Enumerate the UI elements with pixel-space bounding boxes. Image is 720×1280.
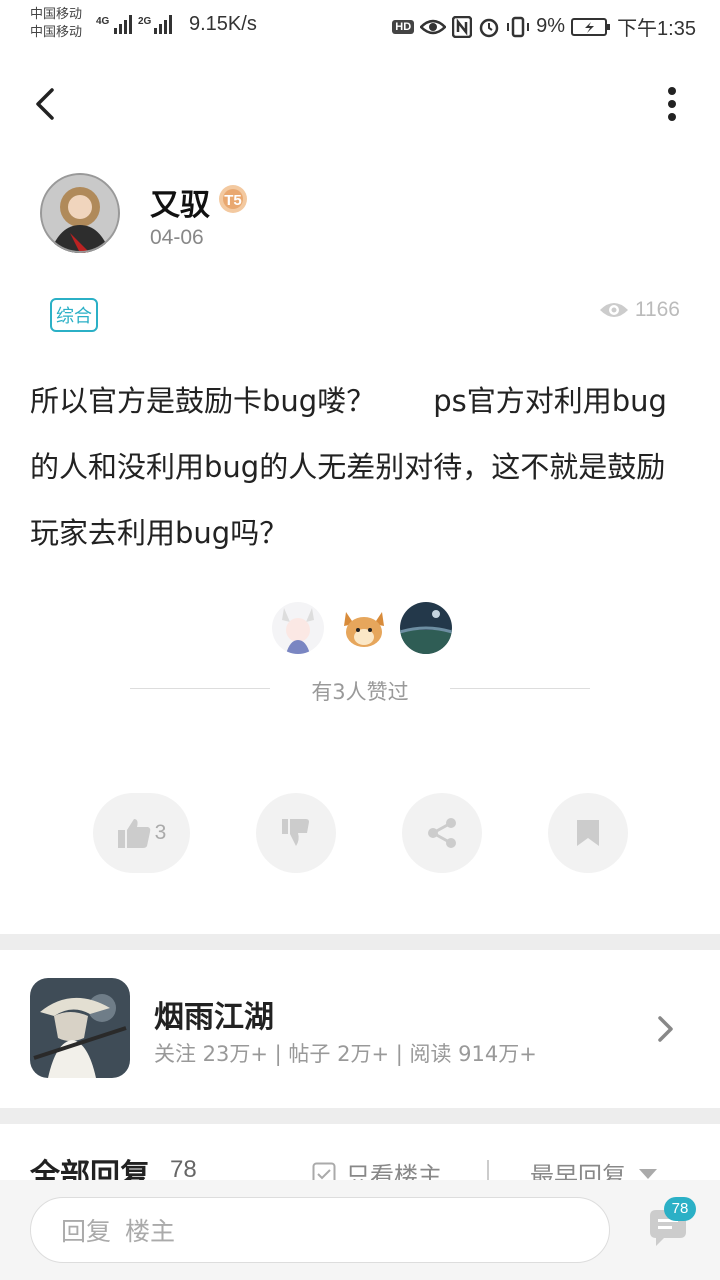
separator — [487, 1160, 489, 1180]
post-date: 04-06 — [150, 226, 204, 249]
alarm-icon — [479, 18, 499, 37]
dislike-button[interactable] — [256, 793, 336, 873]
author-avatar[interactable] — [40, 173, 120, 253]
like-count: 3 — [154, 821, 167, 844]
bookmark-button[interactable] — [548, 793, 628, 873]
clock: 下午1:35 — [617, 18, 696, 40]
status-right: HD 9% 下午1:35 — [392, 12, 696, 41]
nfc-icon — [452, 15, 473, 38]
author-name[interactable]: 又驭 — [150, 180, 210, 224]
hd-icon: HD — [392, 19, 415, 34]
post-content: 所以官方是鼓励卡bug喽？ ps官方对利用bug的人和没利用bug的人无差别对待… — [30, 384, 667, 550]
level-label: T5 — [224, 192, 242, 209]
forum-chevron[interactable] — [656, 1014, 676, 1048]
signal-icons: 4G 2G — [96, 12, 180, 41]
network-speed: 9.15K/s — [189, 13, 257, 35]
bookmark-icon — [577, 820, 599, 846]
liker-avatar[interactable] — [336, 600, 392, 656]
caret-down-icon — [639, 1168, 657, 1179]
level-badge: T5 — [218, 184, 250, 216]
liker-avatar[interactable] — [398, 600, 454, 656]
reply-placeholder-2: 楼主 — [125, 1217, 176, 1246]
forum-icon[interactable] — [30, 978, 130, 1078]
forum-stats: 关注 23万+ | 帖子 2万+ | 阅读 914万+ — [154, 1042, 537, 1066]
reply-input[interactable]: 回复 楼主 — [30, 1197, 610, 1263]
share-icon — [428, 818, 456, 848]
eye-icon — [599, 303, 628, 317]
carrier-2: 中国移动 — [30, 24, 83, 39]
more-vertical-icon — [668, 87, 676, 121]
vibrate-icon — [507, 16, 530, 37]
reply-placeholder-1: 回复 — [61, 1217, 112, 1246]
section-divider — [0, 934, 720, 950]
like-button[interactable]: 3 — [93, 793, 190, 873]
net-4g-label: 4G — [96, 16, 110, 27]
comment-count-badge: 78 — [664, 1197, 696, 1221]
forum-name[interactable]: 烟雨江湖 — [154, 992, 274, 1036]
liker-avatars — [270, 600, 460, 656]
battery-charging-icon — [571, 17, 611, 36]
carrier-info: 中国移动 中国移动 — [30, 5, 82, 41]
chevron-left-icon — [36, 88, 54, 120]
chevron-right-icon — [658, 1016, 673, 1042]
carrier-1: 中国移动 — [30, 6, 83, 21]
view-count-value: 1166 — [634, 298, 680, 321]
back-button[interactable] — [28, 84, 68, 124]
section-divider — [0, 1108, 720, 1124]
thumbs-up-icon — [117, 819, 150, 848]
net-2g-label: 2G — [138, 16, 152, 27]
share-button[interactable] — [402, 793, 482, 873]
eye-icon — [420, 19, 447, 34]
thumbs-down-icon — [282, 819, 309, 846]
more-options-button[interactable] — [664, 86, 680, 122]
category-tag[interactable]: 综合 — [50, 298, 98, 332]
liker-avatar[interactable] — [270, 600, 326, 656]
likes-summary[interactable]: 有3人赞过 — [0, 676, 720, 706]
view-count: 1166 — [599, 298, 680, 322]
battery-percent: 9% — [536, 15, 566, 37]
status-bar: 中国移动 中国移动 4G 2G 9.15K/s HD 9% 下午1:35 — [0, 0, 720, 48]
